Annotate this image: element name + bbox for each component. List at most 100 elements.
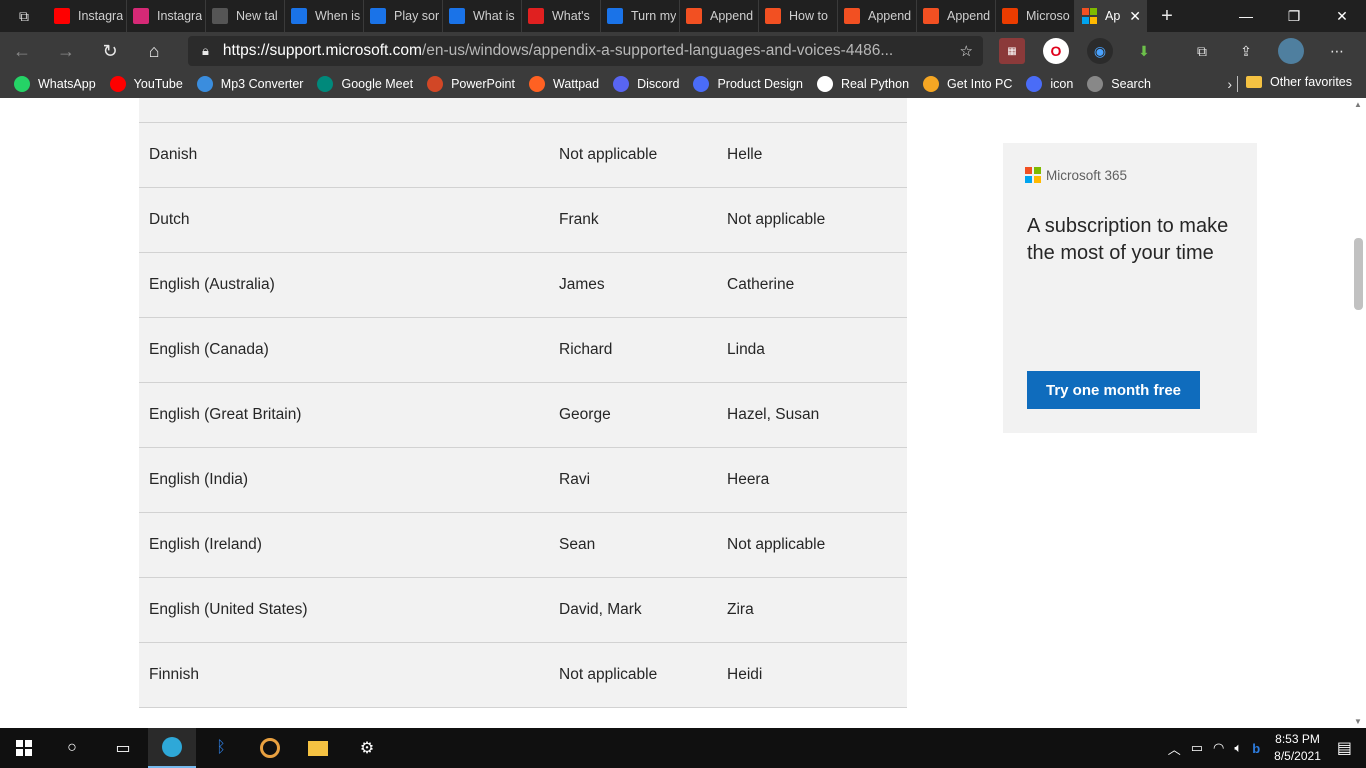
- favorite-item[interactable]: Discord: [613, 76, 679, 92]
- task-view-icon[interactable]: ▭: [99, 728, 147, 768]
- bing-icon: [607, 8, 623, 24]
- bing-icon[interactable]: b: [1252, 741, 1260, 756]
- tab-title: Instagra: [157, 9, 203, 23]
- try-free-button[interactable]: Try one month free: [1027, 371, 1200, 409]
- tab[interactable]: Instagra: [127, 0, 206, 32]
- bing-icon: [449, 8, 465, 24]
- tab-title: Instagra: [78, 9, 124, 23]
- microsoft-icon: [765, 8, 781, 24]
- microsoft-icon: [844, 8, 860, 24]
- restore-icon[interactable]: ❐: [1270, 0, 1318, 32]
- search-icon: [1087, 76, 1104, 92]
- table-row: English (India) Ravi Heera: [139, 448, 907, 513]
- download-extension-icon[interactable]: ⬇: [1131, 38, 1157, 64]
- favorite-item[interactable]: icon: [1026, 76, 1073, 92]
- more-menu-icon[interactable]: ⋯: [1324, 38, 1350, 64]
- opera-icon[interactable]: O: [1043, 38, 1069, 64]
- tab[interactable]: Microso: [996, 0, 1075, 32]
- favorite-item[interactable]: Google Meet: [317, 76, 413, 92]
- tab[interactable]: Append: [838, 0, 917, 32]
- chevron-up-icon[interactable]: ︿: [1168, 739, 1181, 758]
- add-favorite-icon[interactable]: ☆: [960, 42, 973, 60]
- tab-strip: ⧉ Instagra Instagra New tal When is Play sor…: [0, 0, 1366, 32]
- tab[interactable]: Turn my: [601, 0, 680, 32]
- edge-icon[interactable]: [148, 728, 196, 768]
- profile-avatar[interactable]: [1278, 38, 1304, 64]
- tab[interactable]: New tal: [206, 0, 285, 32]
- close-window-icon[interactable]: ✕: [1318, 0, 1366, 32]
- file-explorer-icon[interactable]: [294, 728, 342, 768]
- favorite-item[interactable]: Search: [1087, 76, 1151, 92]
- tab-title: Append: [868, 9, 912, 23]
- tab[interactable]: What's: [522, 0, 601, 32]
- close-tab-icon[interactable]: ✕: [1129, 8, 1141, 25]
- male-voice-cell: Not applicable: [559, 146, 658, 163]
- favorite-label: icon: [1050, 77, 1074, 91]
- tab[interactable]: What is: [443, 0, 522, 32]
- scroll-up-icon[interactable]: ▲: [1354, 100, 1362, 109]
- lens-extension-icon[interactable]: ◉: [1087, 38, 1113, 64]
- favorite-item[interactable]: WhatsApp: [14, 76, 96, 92]
- wifi-icon[interactable]: ◠: [1213, 740, 1224, 756]
- tab[interactable]: How to: [759, 0, 838, 32]
- home-icon[interactable]: ⌂: [132, 32, 176, 70]
- extension-icon[interactable]: ▦: [999, 38, 1025, 64]
- battery-icon[interactable]: ▭: [1191, 740, 1203, 756]
- clock[interactable]: 8:53 PM 8/5/2021: [1274, 731, 1321, 765]
- youtube-icon: [109, 76, 126, 92]
- url-path: /en-us/windows/appendix-a-supported-lang…: [421, 42, 894, 59]
- favorite-label: Product Design: [717, 77, 803, 91]
- language-cell: English (United States): [149, 601, 308, 618]
- favorite-item[interactable]: Mp3 Converter: [196, 76, 304, 92]
- voices-table: Danish Not applicable Helle Dutch Frank Not a…: [139, 98, 907, 708]
- bluetooth-icon[interactable]: ᛒ: [197, 728, 245, 768]
- refresh-icon[interactable]: ↻: [88, 32, 132, 70]
- vertical-scrollbar[interactable]: ▲ ▼: [1350, 98, 1366, 728]
- clock-time: 8:53 PM: [1275, 732, 1320, 746]
- address-bar[interactable]: 🔒︎ https://support.microsoft.com /en-us/…: [188, 36, 983, 66]
- system-tray: ︿ ▭ ◠ 🔈︎ b 8:53 PM 8/5/2021 ▤: [1168, 728, 1366, 768]
- favorite-item[interactable]: PowerPoint: [427, 76, 515, 92]
- favorite-item[interactable]: YouTube: [109, 76, 183, 92]
- female-voice-cell: Heera: [727, 471, 770, 488]
- tab[interactable]: Instagra: [48, 0, 127, 32]
- tab-title: Append: [947, 9, 991, 23]
- windows-start-icon[interactable]: [0, 728, 48, 768]
- favorites-overflow-icon[interactable]: ›: [1227, 76, 1232, 92]
- media-player-icon[interactable]: [246, 728, 294, 768]
- getintopc-icon: [923, 76, 940, 92]
- table-row: English (United States) David, Mark Zira: [139, 578, 907, 643]
- tab[interactable]: When is: [285, 0, 364, 32]
- favorite-item[interactable]: Real Python: [816, 76, 909, 92]
- favorite-item[interactable]: Product Design: [693, 76, 803, 92]
- volume-icon[interactable]: 🔈︎: [1234, 740, 1242, 756]
- settings-gear-icon[interactable]: ⚙: [343, 728, 391, 768]
- favorite-label: Wattpad: [553, 77, 600, 91]
- scroll-thumb[interactable]: [1354, 238, 1363, 310]
- share-icon[interactable]: ⇪: [1233, 38, 1259, 64]
- favorite-item[interactable]: Wattpad: [529, 76, 599, 92]
- tab-active[interactable]: Ap ✕: [1075, 0, 1147, 32]
- tab-title: When is: [315, 9, 361, 23]
- navigation-bar: ← → ↻ ⌂ 🔒︎ https://support.microsoft.com…: [0, 32, 1366, 70]
- instagram-icon: [133, 8, 149, 24]
- new-tab-button[interactable]: +: [1147, 0, 1187, 32]
- tab[interactable]: Append: [917, 0, 996, 32]
- favorite-label: Mp3 Converter: [220, 77, 304, 91]
- notifications-icon[interactable]: ▤: [1337, 738, 1352, 758]
- tab-actions-icon[interactable]: ⧉: [0, 0, 48, 32]
- minimize-icon[interactable]: —: [1222, 0, 1270, 32]
- tab[interactable]: Play sor: [364, 0, 443, 32]
- brand-name: Microsoft 365: [1046, 167, 1128, 183]
- other-favorites[interactable]: Other favorites: [1246, 75, 1352, 89]
- language-cell: Danish: [149, 146, 198, 163]
- cortana-icon[interactable]: ○: [48, 728, 96, 768]
- scroll-down-icon[interactable]: ▼: [1354, 717, 1362, 726]
- collections-icon[interactable]: ⧉: [1189, 38, 1215, 64]
- tab[interactable]: Append: [680, 0, 759, 32]
- table-row: [139, 98, 907, 123]
- male-voice-cell: Frank: [559, 211, 599, 228]
- back-icon[interactable]: ←: [0, 32, 44, 70]
- forward-icon[interactable]: →: [44, 32, 88, 70]
- favorite-item[interactable]: Get Into PC: [923, 76, 1012, 92]
